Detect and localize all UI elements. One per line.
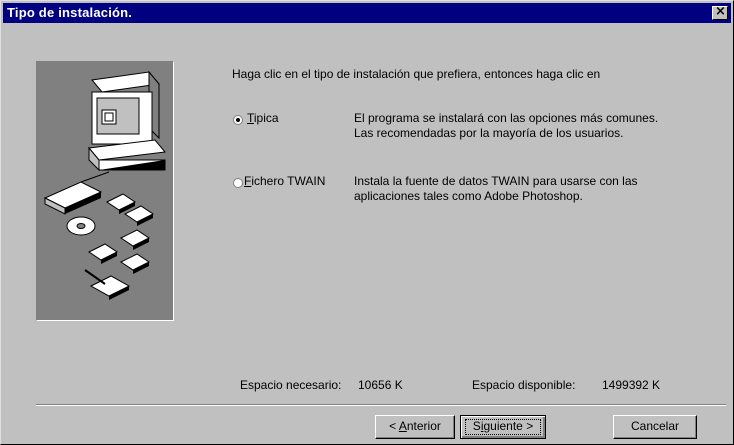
space-required-label: Espacio necesario: xyxy=(240,378,342,392)
cd-icon xyxy=(66,216,96,236)
option-tipica-label[interactable]: Tipica xyxy=(247,111,279,125)
space-required-value: 10656 K xyxy=(358,378,403,392)
floppy-disk-icon xyxy=(88,193,154,274)
setup-illustration xyxy=(36,61,174,321)
option-tipica-description-line2: Las recomendadas por la mayoría de los u… xyxy=(354,126,624,140)
close-icon: × xyxy=(715,4,726,19)
focus-rect xyxy=(465,419,541,435)
space-available-label: Espacio disponible: xyxy=(472,378,576,392)
radio-tipica[interactable] xyxy=(233,115,243,125)
computer-icon xyxy=(88,70,166,172)
radio-selected-dot xyxy=(236,118,240,122)
scanner-icon xyxy=(43,171,110,215)
separator-highlight xyxy=(36,405,726,406)
title-bar: Tipo de instalación. × xyxy=(3,3,731,23)
option-tipica-description-line1: El programa se instalará con las opcione… xyxy=(354,111,659,125)
back-button[interactable]: < Anterior xyxy=(375,415,455,439)
space-available-value: 1499392 K xyxy=(602,378,661,392)
radio-fichero-twain[interactable] xyxy=(233,178,243,188)
setup-illustration-graphic xyxy=(43,70,166,300)
option-twain-description-line1: Instala la fuente de datos TWAIN para us… xyxy=(354,174,638,188)
instruction-text: Haga clic en el tipo de instalación que … xyxy=(232,67,601,81)
next-button[interactable]: Siguiente > xyxy=(460,415,546,439)
close-button[interactable]: × xyxy=(712,4,728,20)
window-title: Tipo de instalación. xyxy=(7,5,133,20)
cancel-button[interactable]: Cancelar xyxy=(613,415,697,439)
option-twain-label[interactable]: Fichero TWAIN xyxy=(244,174,325,188)
document-icon xyxy=(84,269,131,300)
option-twain-description-line2: aplicaciones tales como Adobe Photoshop. xyxy=(354,189,583,203)
setup-dialog: Tipo de instalación. × Haga clic en el t… xyxy=(0,0,734,445)
